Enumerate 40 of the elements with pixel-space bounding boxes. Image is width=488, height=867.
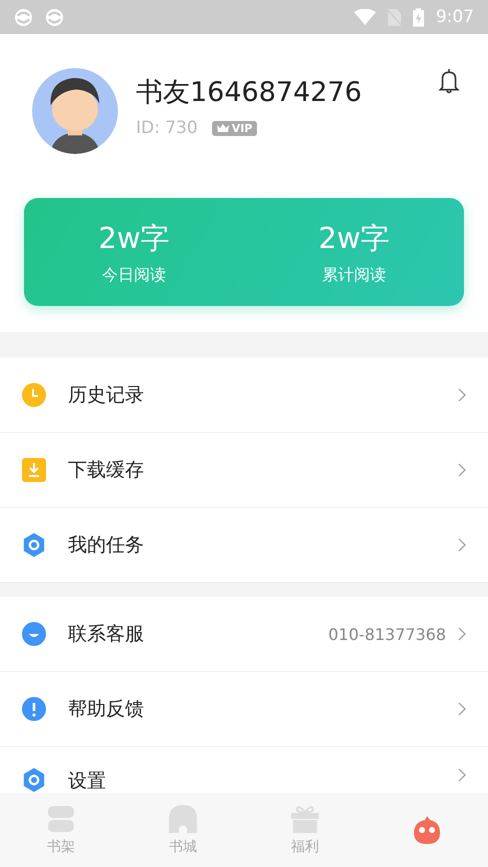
gift-icon: [290, 804, 320, 834]
vip-badge: VIP: [212, 120, 258, 136]
clock-icon: [22, 383, 46, 407]
menu-label: 联系客服: [68, 622, 145, 647]
menu-item[interactable]: 历史记录: [0, 358, 488, 433]
stat-value: 2w字: [318, 220, 390, 256]
books-icon: [46, 804, 76, 834]
smile-icon: [22, 622, 46, 646]
arch-icon: [168, 804, 198, 834]
menu-label: 我的任务: [68, 533, 145, 558]
menu-label: 帮助反馈: [68, 697, 145, 722]
menu-item[interactable]: 下载缓存: [0, 433, 488, 508]
crown-icon: [216, 124, 229, 132]
stat-value: 2w字: [98, 220, 170, 256]
app-notification-icon: [45, 8, 64, 26]
menu-label: 设置: [68, 769, 107, 794]
hexagon-icon: [22, 533, 46, 557]
chevron-right-icon: [458, 627, 466, 641]
menu-label: 下载缓存: [68, 458, 145, 483]
user-id: ID: 730: [136, 118, 198, 138]
battery-icon: [412, 8, 424, 26]
chevron-right-icon: [458, 768, 466, 782]
wifi-icon: [354, 9, 376, 25]
menu-item[interactable]: 帮助反馈: [0, 672, 488, 747]
phone-number: 010-81377368: [328, 624, 446, 644]
mascot-icon: [412, 814, 442, 846]
chevron-right-icon: [458, 388, 466, 402]
stat-label: 今日阅读: [102, 264, 166, 286]
menu-item[interactable]: 联系客服 010-81377368: [0, 597, 488, 672]
exclamation-icon: [22, 697, 46, 721]
stat-label: 累计阅读: [322, 264, 386, 286]
menu-label: 历史记录: [68, 383, 145, 408]
chevron-right-icon: [458, 702, 466, 716]
user-name: 书友1646874276: [136, 76, 363, 110]
app-notification-icon: [14, 8, 33, 26]
chevron-right-icon: [458, 463, 466, 477]
download-icon: [22, 458, 46, 482]
chevron-right-icon: [458, 538, 466, 552]
menu-item[interactable]: 设置: [0, 747, 488, 793]
bell-icon[interactable]: [438, 68, 460, 94]
